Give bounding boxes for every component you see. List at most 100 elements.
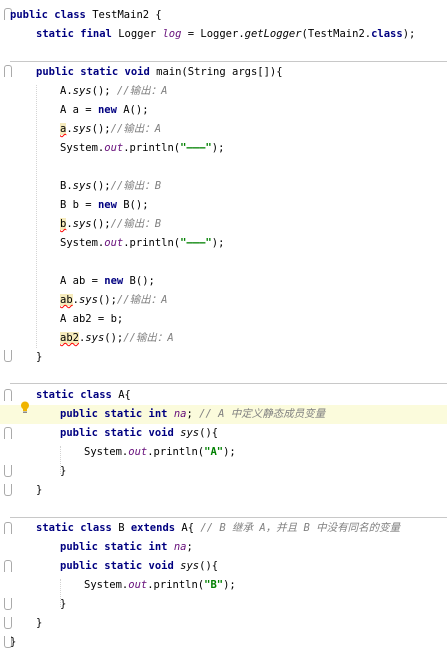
method-separator bbox=[10, 61, 447, 62]
code-line[interactable]: public static int na; // A 中定义静态成员变量 bbox=[60, 405, 447, 424]
comment: //输出：A bbox=[110, 123, 162, 135]
keyword: public bbox=[60, 427, 98, 439]
keyword: int bbox=[148, 408, 168, 420]
method-call: sys bbox=[78, 294, 98, 306]
keyword: public bbox=[60, 408, 98, 420]
code-line[interactable]: public static void sys(){ bbox=[60, 424, 447, 443]
fold-marker-icon[interactable] bbox=[4, 484, 12, 496]
string-literal: "———" bbox=[180, 237, 212, 249]
fold-marker-icon[interactable] bbox=[4, 350, 12, 362]
keyword: public bbox=[10, 9, 48, 21]
code-line[interactable]: B.sys();//输出：B bbox=[60, 177, 447, 196]
comment: //输出：B bbox=[110, 218, 162, 230]
method-call: sys bbox=[72, 123, 92, 135]
code-line[interactable]: a.sys();//输出：A bbox=[60, 120, 447, 139]
code-line[interactable]: } bbox=[36, 348, 447, 367]
code-line[interactable]: } bbox=[10, 633, 447, 652]
keyword: static bbox=[104, 560, 143, 572]
field-ref: log bbox=[162, 28, 182, 40]
instance-ref: b bbox=[60, 218, 67, 230]
indent-guide bbox=[36, 85, 37, 348]
fold-marker-icon[interactable] bbox=[4, 465, 12, 477]
code-line[interactable]: A ab = new B(); bbox=[60, 272, 447, 291]
keyword: static bbox=[104, 427, 143, 439]
keyword: static bbox=[36, 522, 74, 534]
keyword: public bbox=[36, 66, 74, 78]
field-ref: na bbox=[173, 408, 187, 420]
keyword: class bbox=[371, 28, 403, 40]
fold-marker-icon[interactable] bbox=[4, 560, 12, 572]
code-line[interactable]: } bbox=[36, 614, 447, 633]
keyword: static bbox=[104, 408, 143, 420]
field-ref: na bbox=[173, 541, 187, 553]
fold-marker-icon[interactable] bbox=[4, 617, 12, 629]
fold-marker-icon[interactable] bbox=[4, 389, 12, 401]
code-line[interactable]: System.out.println("B"); bbox=[84, 576, 447, 595]
code-line[interactable]: } bbox=[60, 595, 447, 614]
code-line[interactable]: public static void main(String args[]){ bbox=[36, 63, 447, 82]
code-line[interactable]: A a = new A(); bbox=[60, 101, 447, 120]
code-line[interactable]: static class A{ bbox=[36, 386, 447, 405]
code-line[interactable]: ab2.sys();//输出：A bbox=[60, 329, 447, 348]
keyword: int bbox=[148, 541, 168, 553]
keyword: public bbox=[60, 541, 98, 553]
comment: //输出：A bbox=[123, 332, 174, 344]
code-line[interactable]: b.sys();//输出：B bbox=[60, 215, 447, 234]
instance-ref: ab2 bbox=[60, 332, 79, 344]
method-separator bbox=[10, 517, 447, 518]
code-line[interactable]: static class B extends A{ // B 继承 A，并且 B… bbox=[36, 519, 447, 538]
fold-marker-icon[interactable] bbox=[4, 65, 12, 77]
string-literal: "———" bbox=[180, 142, 212, 154]
keyword: void bbox=[124, 66, 150, 78]
code-line[interactable]: public static void sys(){ bbox=[60, 557, 447, 576]
keyword: void bbox=[148, 427, 174, 439]
keyword: void bbox=[148, 560, 174, 572]
comment: // B 继承 A，并且 B 中没有同名的变量 bbox=[200, 522, 401, 534]
keyword: class bbox=[80, 389, 112, 401]
code-line[interactable]: } bbox=[36, 481, 447, 500]
lightbulb-icon[interactable] bbox=[20, 401, 30, 413]
keyword: new bbox=[104, 275, 124, 287]
method-call: sys bbox=[180, 427, 200, 439]
keyword: static bbox=[104, 541, 143, 553]
code-line[interactable]: public static int na; bbox=[60, 538, 447, 557]
code-line[interactable]: B b = new B(); bbox=[60, 196, 447, 215]
keyword: final bbox=[80, 28, 112, 40]
field-ref: out bbox=[104, 142, 124, 154]
comment: //输出：A bbox=[116, 85, 168, 97]
keyword: public bbox=[60, 560, 98, 572]
keyword: new bbox=[97, 104, 117, 116]
code-line[interactable]: System.out.println("A"); bbox=[84, 443, 447, 462]
field-ref: out bbox=[128, 579, 148, 591]
method-call: sys bbox=[72, 218, 92, 230]
fold-marker-icon[interactable] bbox=[4, 522, 12, 534]
fold-marker-icon[interactable] bbox=[4, 427, 12, 439]
field-ref: out bbox=[128, 446, 148, 458]
method-call: getLogger bbox=[244, 28, 302, 40]
keyword: class bbox=[80, 522, 112, 534]
code-line[interactable]: System.out.println("———"); bbox=[60, 234, 447, 253]
code-line[interactable]: A.sys(); //输出：A bbox=[60, 82, 447, 101]
code-line[interactable]: A ab2 = b; bbox=[60, 310, 447, 329]
string-literal: "B" bbox=[204, 579, 224, 591]
comment: // A 中定义静态成员变量 bbox=[199, 408, 326, 420]
code-line[interactable]: static final Logger log = Logger.getLogg… bbox=[36, 25, 447, 44]
method-call: sys bbox=[180, 560, 200, 572]
keyword: static bbox=[36, 28, 74, 40]
keyword: extends bbox=[130, 522, 176, 534]
keyword: static bbox=[36, 389, 74, 401]
code-line[interactable]: System.out.println("———"); bbox=[60, 139, 447, 158]
fold-marker-icon[interactable] bbox=[4, 598, 12, 610]
code-line[interactable]: public class TestMain2 { bbox=[10, 6, 447, 25]
method-call: sys bbox=[72, 85, 92, 97]
code-line[interactable]: } bbox=[60, 462, 447, 481]
instance-ref: a bbox=[60, 123, 67, 135]
method-call: sys bbox=[85, 332, 105, 344]
string-literal: "A" bbox=[204, 446, 224, 458]
method-call: sys bbox=[72, 180, 92, 192]
method-separator bbox=[10, 383, 447, 384]
keyword: class bbox=[54, 9, 86, 21]
comment: //输出：B bbox=[110, 180, 162, 192]
comment: //输出：A bbox=[116, 294, 168, 306]
code-line[interactable]: ab.sys();//输出：A bbox=[60, 291, 447, 310]
